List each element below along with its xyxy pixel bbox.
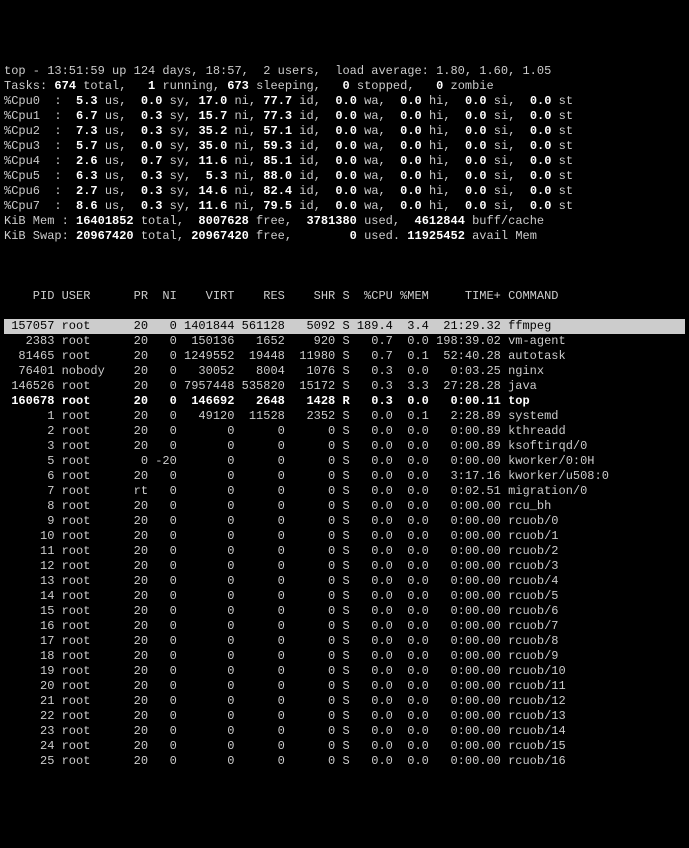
process-row[interactable]: 14 root 20 0 0 0 0 S 0.0 0.0 0:00.00 rcu… [4, 589, 685, 604]
process-row[interactable]: 24 root 20 0 0 0 0 S 0.0 0.0 0:00.00 rcu… [4, 739, 685, 754]
process-row[interactable]: 22 root 20 0 0 0 0 S 0.0 0.0 0:00.00 rcu… [4, 709, 685, 724]
top-header: top - 13:51:59 up 124 days, 18:57, 2 use… [4, 64, 685, 244]
process-row[interactable]: 25 root 20 0 0 0 0 S 0.0 0.0 0:00.00 rcu… [4, 754, 685, 769]
process-row[interactable]: 7 root rt 0 0 0 0 S 0.0 0.0 0:02.51 migr… [4, 484, 685, 499]
process-row[interactable]: 2 root 20 0 0 0 0 S 0.0 0.0 0:00.89 kthr… [4, 424, 685, 439]
process-row[interactable]: 81465 root 20 0 1249552 19448 11980 S 0.… [4, 349, 685, 364]
process-row[interactable]: 16 root 20 0 0 0 0 S 0.0 0.0 0:00.00 rcu… [4, 619, 685, 634]
process-row[interactable]: 20 root 20 0 0 0 0 S 0.0 0.0 0:00.00 rcu… [4, 679, 685, 694]
process-row[interactable]: 9 root 20 0 0 0 0 S 0.0 0.0 0:00.00 rcuo… [4, 514, 685, 529]
process-row[interactable]: 146526 root 20 0 7957448 535820 15172 S … [4, 379, 685, 394]
column-headers[interactable]: PID USER PR NI VIRT RES SHR S %CPU %MEM … [4, 289, 685, 304]
process-row[interactable]: 160678 root 20 0 146692 2648 1428 R 0.3 … [4, 394, 685, 409]
process-row[interactable]: 1 root 20 0 49120 11528 2352 S 0.0 0.1 2… [4, 409, 685, 424]
process-row[interactable]: 19 root 20 0 0 0 0 S 0.0 0.0 0:00.00 rcu… [4, 664, 685, 679]
process-row[interactable]: 11 root 20 0 0 0 0 S 0.0 0.0 0:00.00 rcu… [4, 544, 685, 559]
process-row[interactable]: 5 root 0 -20 0 0 0 S 0.0 0.0 0:00.00 kwo… [4, 454, 685, 469]
process-row[interactable]: 6 root 20 0 0 0 0 S 0.0 0.0 3:17.16 kwor… [4, 469, 685, 484]
process-row[interactable]: 8 root 20 0 0 0 0 S 0.0 0.0 0:00.00 rcu_… [4, 499, 685, 514]
process-row[interactable]: 17 root 20 0 0 0 0 S 0.0 0.0 0:00.00 rcu… [4, 634, 685, 649]
process-row[interactable]: 10 root 20 0 0 0 0 S 0.0 0.0 0:00.00 rcu… [4, 529, 685, 544]
process-row[interactable]: 21 root 20 0 0 0 0 S 0.0 0.0 0:00.00 rcu… [4, 694, 685, 709]
process-row[interactable]: 76401 nobody 20 0 30052 8004 1076 S 0.3 … [4, 364, 685, 379]
process-list[interactable]: 157057 root 20 0 1401844 561128 5092 S 1… [4, 319, 685, 769]
process-row[interactable]: 13 root 20 0 0 0 0 S 0.0 0.0 0:00.00 rcu… [4, 574, 685, 589]
process-row[interactable]: 3 root 20 0 0 0 0 S 0.0 0.0 0:00.89 ksof… [4, 439, 685, 454]
process-row[interactable]: 18 root 20 0 0 0 0 S 0.0 0.0 0:00.00 rcu… [4, 649, 685, 664]
process-row[interactable]: 2383 root 20 0 150136 1652 920 S 0.7 0.0… [4, 334, 685, 349]
process-row[interactable]: 157057 root 20 0 1401844 561128 5092 S 1… [4, 319, 685, 334]
blank-line [4, 259, 685, 274]
process-row[interactable]: 12 root 20 0 0 0 0 S 0.0 0.0 0:00.00 rcu… [4, 559, 685, 574]
process-row[interactable]: 15 root 20 0 0 0 0 S 0.0 0.0 0:00.00 rcu… [4, 604, 685, 619]
process-row[interactable]: 23 root 20 0 0 0 0 S 0.0 0.0 0:00.00 rcu… [4, 724, 685, 739]
